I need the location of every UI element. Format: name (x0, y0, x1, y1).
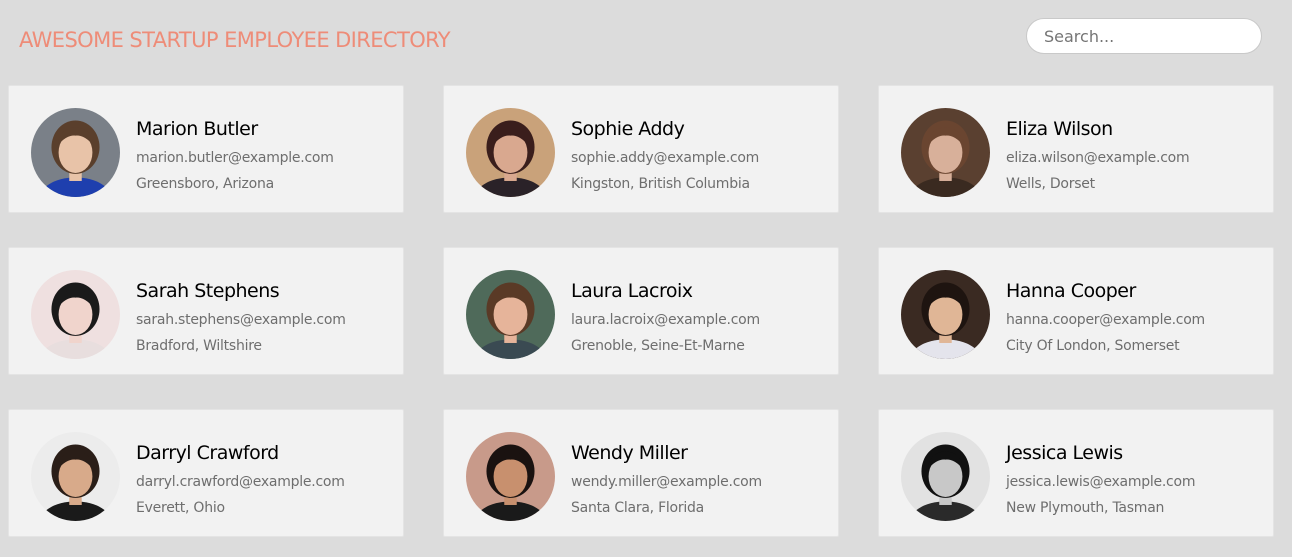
employee-card[interactable]: Eliza Wilson eliza.wilson@example.com We… (878, 85, 1274, 213)
employee-card[interactable]: Sarah Stephens sarah.stephens@example.co… (8, 247, 404, 375)
employee-location: City Of London, Somerset (1006, 338, 1180, 354)
employee-card[interactable]: Darryl Crawford darryl.crawford@example.… (8, 409, 404, 537)
avatar (901, 108, 990, 197)
portrait-image (31, 270, 120, 359)
employee-email: jessica.lewis@example.com (1006, 474, 1196, 490)
avatar (31, 108, 120, 197)
portrait-image (466, 108, 555, 197)
employee-location: Grenoble, Seine-Et-Marne (571, 338, 745, 354)
employee-name: Wendy Miller (571, 442, 688, 464)
employee-location: Wells, Dorset (1006, 176, 1095, 192)
employee-grid: Marion Butler marion.butler@example.com … (8, 85, 1274, 537)
avatar (901, 432, 990, 521)
employee-email: eliza.wilson@example.com (1006, 150, 1190, 166)
employee-email: laura.lacroix@example.com (571, 312, 760, 328)
employee-location: Kingston, British Columbia (571, 176, 750, 192)
employee-email: darryl.crawford@example.com (136, 474, 345, 490)
portrait-image (901, 108, 990, 197)
employee-card[interactable]: Hanna Cooper hanna.cooper@example.com Ci… (878, 247, 1274, 375)
portrait-image (466, 432, 555, 521)
employee-name: Laura Lacroix (571, 280, 693, 302)
employee-name: Sarah Stephens (136, 280, 280, 302)
employee-card[interactable]: Jessica Lewis jessica.lewis@example.com … (878, 409, 1274, 537)
employee-name: Eliza Wilson (1006, 118, 1113, 140)
employee-location: Greensboro, Arizona (136, 176, 274, 192)
portrait-image (901, 432, 990, 521)
employee-email: wendy.miller@example.com (571, 474, 762, 490)
page-title: AWESOME STARTUP EMPLOYEE DIRECTORY (19, 28, 451, 52)
employee-email: marion.butler@example.com (136, 150, 334, 166)
employee-location: Bradford, Wiltshire (136, 338, 262, 354)
employee-card[interactable]: Wendy Miller wendy.miller@example.com Sa… (443, 409, 839, 537)
employee-name: Marion Butler (136, 118, 258, 140)
employee-email: sarah.stephens@example.com (136, 312, 346, 328)
employee-card[interactable]: Marion Butler marion.butler@example.com … (8, 85, 404, 213)
employee-name: Darryl Crawford (136, 442, 279, 464)
employee-email: sophie.addy@example.com (571, 150, 760, 166)
portrait-image (901, 270, 990, 359)
employee-name: Sophie Addy (571, 118, 685, 140)
employee-location: New Plymouth, Tasman (1006, 500, 1165, 516)
portrait-image (31, 108, 120, 197)
portrait-image (466, 270, 555, 359)
employee-name: Jessica Lewis (1006, 442, 1123, 464)
avatar (901, 270, 990, 359)
employee-card[interactable]: Sophie Addy sophie.addy@example.com King… (443, 85, 839, 213)
portrait-image (31, 432, 120, 521)
search-input[interactable] (1026, 18, 1262, 54)
employee-card[interactable]: Laura Lacroix laura.lacroix@example.com … (443, 247, 839, 375)
employee-name: Hanna Cooper (1006, 280, 1136, 302)
employee-email: hanna.cooper@example.com (1006, 312, 1205, 328)
employee-location: Everett, Ohio (136, 500, 225, 516)
employee-location: Santa Clara, Florida (571, 500, 704, 516)
header: AWESOME STARTUP EMPLOYEE DIRECTORY (0, 0, 1292, 80)
avatar (466, 432, 555, 521)
avatar (31, 432, 120, 521)
avatar (31, 270, 120, 359)
avatar (466, 108, 555, 197)
avatar (466, 270, 555, 359)
